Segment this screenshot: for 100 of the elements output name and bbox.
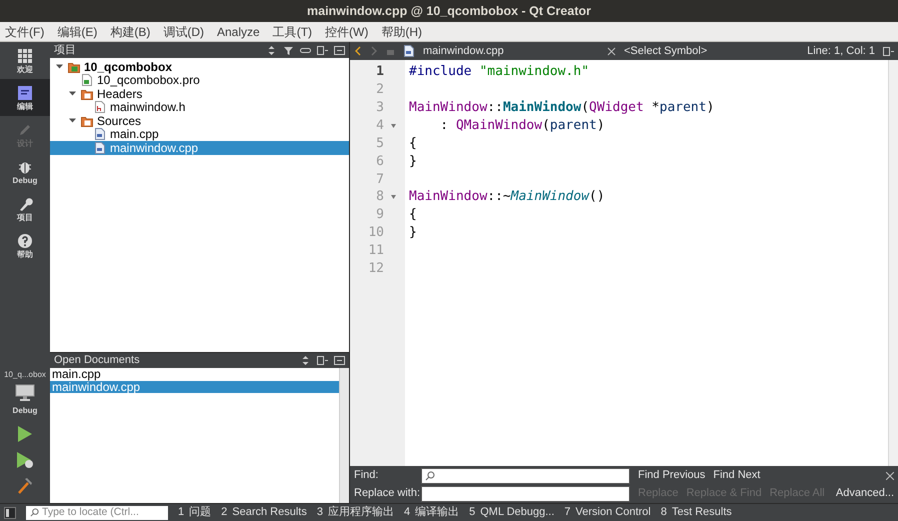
fold-marker-icon[interactable] (391, 195, 396, 200)
output-pane-tab[interactable]: 7 Version Control (564, 504, 651, 521)
file-icon (81, 74, 93, 86)
tree-item[interactable]: 10_qcombobox.pro (50, 74, 349, 87)
scrollbar[interactable] (339, 368, 349, 503)
wrench-icon (17, 196, 33, 212)
line-number: 4 (375, 116, 384, 135)
caret-icon[interactable] (68, 117, 76, 124)
line-number: 1 (375, 63, 384, 82)
caret-icon[interactable] (68, 90, 76, 98)
sort-icon[interactable] (266, 44, 277, 56)
document-icon (17, 84, 33, 100)
mode-button[interactable]: 编辑 (0, 79, 50, 116)
line-number: 6 (375, 152, 384, 171)
folder-icon (68, 60, 80, 73)
output-pane-tab[interactable]: 4 编译输出 (404, 504, 460, 521)
file-icon (403, 45, 415, 57)
line-number: 3 (375, 98, 384, 117)
close-icon[interactable] (607, 46, 616, 56)
tree-item[interactable]: mainwindow.h (50, 100, 349, 114)
mode-button[interactable]: 项目 (0, 190, 50, 227)
output-pane-tab[interactable]: 3 应用程序输出 (316, 504, 394, 521)
split-icon[interactable] (317, 44, 328, 56)
close-panel-icon[interactable] (334, 355, 345, 366)
code-line: #include "mainwindow.h" (409, 63, 590, 82)
replace-field[interactable] (421, 486, 630, 502)
folder-icon (81, 114, 93, 127)
find-button[interactable]: Find Next (713, 467, 760, 484)
code-line: MainWindow::~MainWindow() (409, 188, 605, 206)
line-number: 11 (367, 242, 384, 260)
code-line: } (409, 152, 417, 171)
run-icon[interactable] (17, 425, 33, 443)
filter-icon[interactable] (283, 44, 294, 56)
output-pane-tab[interactable]: 8 Test Results (660, 504, 732, 521)
tree-item[interactable]: mainwindow.cpp (50, 141, 349, 154)
line-number: 7 (375, 170, 384, 189)
line-number: 5 (375, 134, 384, 153)
sort-icon[interactable] (300, 355, 311, 366)
file-icon (94, 142, 106, 154)
menu-item[interactable]: 编辑(E) (55, 22, 100, 40)
panel-title: 项目 (54, 42, 77, 58)
folder-icon (81, 88, 93, 100)
file-selector[interactable]: mainwindow.cpp (423, 42, 599, 60)
output-pane-tab[interactable]: 1 问题 (178, 504, 212, 521)
line-number: 10 (367, 224, 384, 242)
replace-label: Replace with: (354, 486, 421, 502)
advanced-button[interactable]: Advanced... (836, 485, 894, 502)
panel-title: Open Documents (54, 353, 141, 368)
menu-item[interactable]: 调试(D) (161, 22, 206, 40)
kit-project: 10_q...obox (4, 369, 46, 381)
code-line: { (409, 206, 417, 224)
mode-button[interactable]: 欢迎 (0, 42, 50, 79)
menu-item[interactable]: Analyze (215, 22, 262, 40)
split-icon[interactable] (317, 355, 328, 366)
search-icon (425, 470, 435, 480)
output-pane-tab[interactable]: 2 Search Results (221, 504, 307, 521)
debug-run-icon[interactable] (16, 451, 34, 469)
back-icon[interactable] (354, 46, 362, 56)
fold-marker-icon[interactable] (391, 124, 396, 128)
menu-item[interactable]: 构建(B) (108, 22, 152, 40)
build-config: Debug (12, 405, 38, 417)
code-editor[interactable]: 1 2 3 4 5 6 7 8 9 10 11 12 #include "mainwindow.h" MainWindow::MainWindow(QWidget *parent) : QMainWindow(parent) { } MainWindow::~MainWindow() { } (350, 60, 898, 466)
mode-button[interactable]: 帮助 (0, 227, 50, 264)
close-panel-icon[interactable] (334, 44, 345, 56)
tree-item[interactable]: Sources (50, 114, 349, 128)
file-icon (94, 101, 106, 114)
symbol-selector[interactable]: <Select Symbol> (624, 42, 800, 60)
document-item[interactable]: main.cpp (50, 368, 339, 380)
document-item[interactable]: mainwindow.cpp (50, 380, 339, 393)
menu-item[interactable]: 文件(F) (3, 22, 46, 40)
caret-icon[interactable] (56, 63, 62, 70)
tree-item[interactable]: 10_qcombobox (50, 60, 349, 74)
locator-field[interactable]: Type to locate (Ctrl... (26, 506, 168, 520)
tree-item[interactable]: Headers (50, 87, 349, 100)
code-line: MainWindow::MainWindow(QWidget *parent) (409, 98, 714, 117)
kit-selector[interactable]: 10_q...obox Debug (0, 369, 50, 425)
line-number: 12 (367, 260, 384, 278)
line-number: 2 (375, 81, 384, 100)
file-icon (94, 128, 106, 140)
window-title: mainwindow.cpp @ 10_qcombobox - Qt Creator (307, 2, 591, 20)
tree-item[interactable]: main.cpp (50, 128, 349, 141)
search-icon (30, 508, 39, 517)
find-button[interactable]: Find Previous (638, 467, 706, 484)
scrollbar[interactable] (888, 60, 898, 466)
line-number: 9 (375, 206, 384, 224)
output-pane-tab[interactable]: 5 QML Debugg... (469, 504, 554, 521)
line-number: 8 (375, 188, 384, 206)
mode-button[interactable]: Debug (0, 153, 50, 190)
find-field[interactable] (421, 468, 630, 484)
sidebar-toggle-icon[interactable] (4, 506, 16, 518)
grid-icon (17, 48, 33, 64)
menu-item[interactable]: 工具(T) (270, 22, 314, 40)
menu-item[interactable]: 控件(W) (323, 22, 370, 40)
close-icon[interactable] (886, 472, 894, 480)
monitor-icon (15, 384, 35, 402)
menu-item[interactable]: 帮助(H) (379, 22, 424, 40)
code-line: { (409, 134, 417, 153)
help-icon (17, 232, 33, 248)
hammer-icon[interactable] (16, 477, 34, 495)
split-icon[interactable] (883, 46, 894, 56)
